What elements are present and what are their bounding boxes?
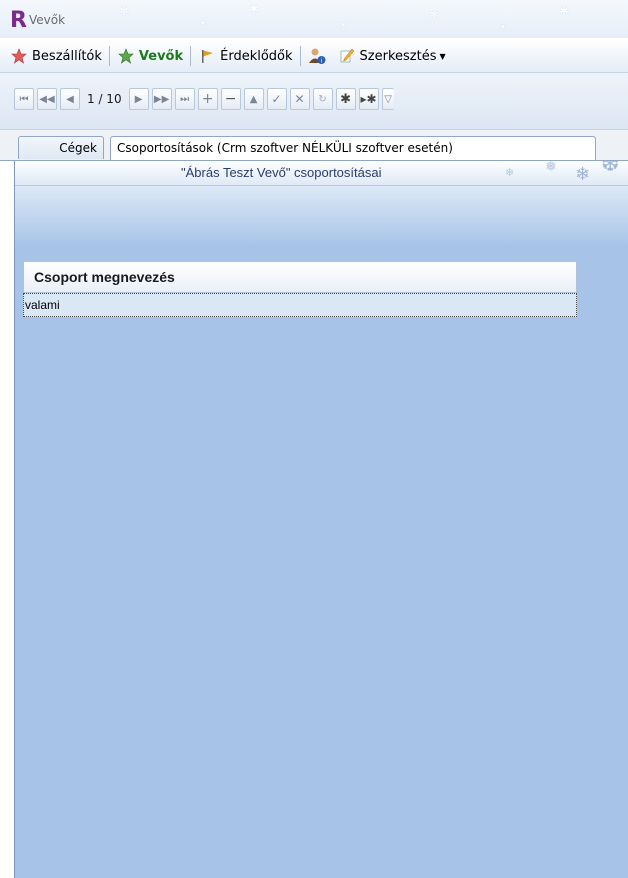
refresh-icon: ↻ <box>318 93 327 105</box>
previous-record-icon: ◀ <box>66 93 74 105</box>
previous-record-button[interactable]: ◀ <box>60 88 80 110</box>
record-position: 1 / 10 <box>87 92 122 106</box>
groupings-panel: "Ábrás Teszt Vevő" csoportosításai ❄ ❅ ❄… <box>14 161 628 878</box>
menu-separator <box>108 46 110 66</box>
plus-icon: + <box>201 91 214 107</box>
menu-item-edit[interactable]: Szerkesztés ▼ <box>334 43 450 69</box>
user-info-icon: i <box>308 47 326 65</box>
star-red-icon <box>10 47 28 65</box>
next-record-button[interactable]: ▶ <box>128 88 149 110</box>
last-record-icon: ⏭ <box>180 93 190 105</box>
snowflake-icon: ❄ <box>575 164 591 185</box>
cancel-record-button[interactable]: ✕ <box>289 88 310 110</box>
refresh-button[interactable]: ↻ <box>312 88 333 110</box>
app-logo: R <box>10 8 27 33</box>
table-cell: valami <box>25 298 60 312</box>
triangle-up-icon: ▲ <box>249 93 258 105</box>
next-page-button[interactable]: ▶▶ <box>151 88 172 110</box>
menu-item-customers[interactable]: Vevők <box>113 43 187 69</box>
menu-item-suppliers[interactable]: Beszállítók <box>6 43 106 69</box>
filter-icon: ▽ <box>384 93 392 105</box>
check-icon: ✓ <box>271 92 282 106</box>
groupings-grid: Csoport megnevezés valami <box>23 261 577 317</box>
bookmark-goto-icon: ▸✱ <box>360 92 377 106</box>
snowflake-icon: ❅ <box>545 161 557 175</box>
minus-icon: − <box>224 91 237 107</box>
delete-record-button[interactable]: − <box>220 88 241 110</box>
snowflake-icon: ❆ <box>601 161 620 177</box>
next-record-icon: ▶ <box>134 93 143 105</box>
edit-icon <box>338 47 356 65</box>
panel-header: "Ábrás Teszt Vevő" csoportosításai ❄ ❅ ❄… <box>15 161 628 186</box>
table-row[interactable]: valami <box>23 293 577 317</box>
record-navigator: ⏮ ◀◀ ◀ 1 / 10 ▶ ▶▶ ⏭ + − ▲ ✓ ✕ ↻ ✱ ▸✱ ▽ <box>0 73 628 130</box>
post-record-button[interactable]: ✓ <box>266 88 287 110</box>
menu-separator <box>299 46 301 66</box>
window-title: Vevők <box>29 13 66 27</box>
first-record-button[interactable]: ⏮ <box>14 88 34 110</box>
snowflake-icon: ❄ <box>505 166 515 179</box>
column-header-group-name[interactable]: Csoport megnevezés <box>23 261 577 293</box>
edit-record-button[interactable]: ▲ <box>243 88 264 110</box>
menu-item-user-info[interactable]: i <box>304 43 334 69</box>
chevron-down-icon: ▼ <box>439 51 446 61</box>
star-green-icon <box>117 47 135 65</box>
menu-separator <box>190 46 192 66</box>
menu-bar: Beszállítók Vevők Érdeklődők i Szerkeszt… <box>0 40 628 73</box>
tab-companies[interactable]: Cégek <box>18 136 104 159</box>
grid-area: Csoport megnevezés valami <box>15 186 628 878</box>
x-icon: ✕ <box>294 92 305 106</box>
previous-page-icon: ◀◀ <box>39 93 55 105</box>
goto-bookmark-button[interactable]: ▸✱ <box>358 88 379 110</box>
asterisk-icon: ✱ <box>340 91 352 107</box>
tab-groupings[interactable]: Csoportosítások (Crm szoftver NÉLKÜLI sz… <box>110 136 596 160</box>
last-record-button[interactable]: ⏭ <box>174 88 195 110</box>
first-record-icon: ⏮ <box>19 93 29 105</box>
set-bookmark-button[interactable]: ✱ <box>335 88 356 110</box>
filter-button[interactable]: ▽ <box>381 88 394 110</box>
next-page-icon: ▶▶ <box>153 93 170 105</box>
panel-title: "Ábrás Teszt Vevő" csoportosításai <box>181 165 382 180</box>
title-bar: ✻ • ✱ • ✻ • ✱ R Vevők <box>0 0 628 38</box>
tab-strip: Cégek Csoportosítások (Crm szoftver NÉLK… <box>0 130 628 161</box>
add-record-button[interactable]: + <box>197 88 218 110</box>
menu-item-prospects[interactable]: Érdeklődők <box>194 43 296 69</box>
previous-page-button[interactable]: ◀◀ <box>37 88 57 110</box>
flag-icon <box>198 47 216 65</box>
